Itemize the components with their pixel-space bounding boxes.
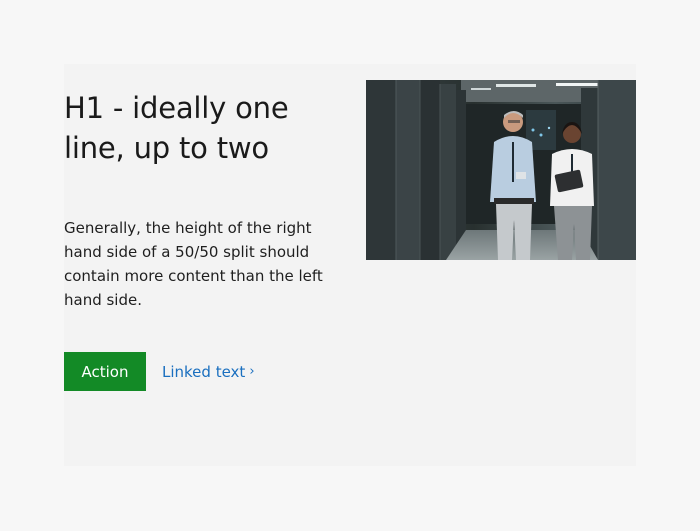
page-title: H1 - ideally one line, up to two bbox=[64, 91, 289, 165]
linked-text-link[interactable]: Linked text › bbox=[162, 363, 255, 381]
photo-illustration bbox=[366, 80, 636, 260]
link-label: Linked text bbox=[162, 362, 246, 381]
text-column: H1 - ideally one line, up to two General… bbox=[64, 88, 344, 312]
server-room-photo bbox=[366, 80, 636, 260]
chevron-right-icon: › bbox=[249, 364, 255, 379]
action-row: Action Linked text › bbox=[64, 352, 255, 391]
split-card: H1 - ideally one line, up to two General… bbox=[64, 64, 636, 466]
body-paragraph: Generally, the height of the right hand … bbox=[64, 219, 323, 309]
action-button[interactable]: Action bbox=[64, 352, 146, 391]
